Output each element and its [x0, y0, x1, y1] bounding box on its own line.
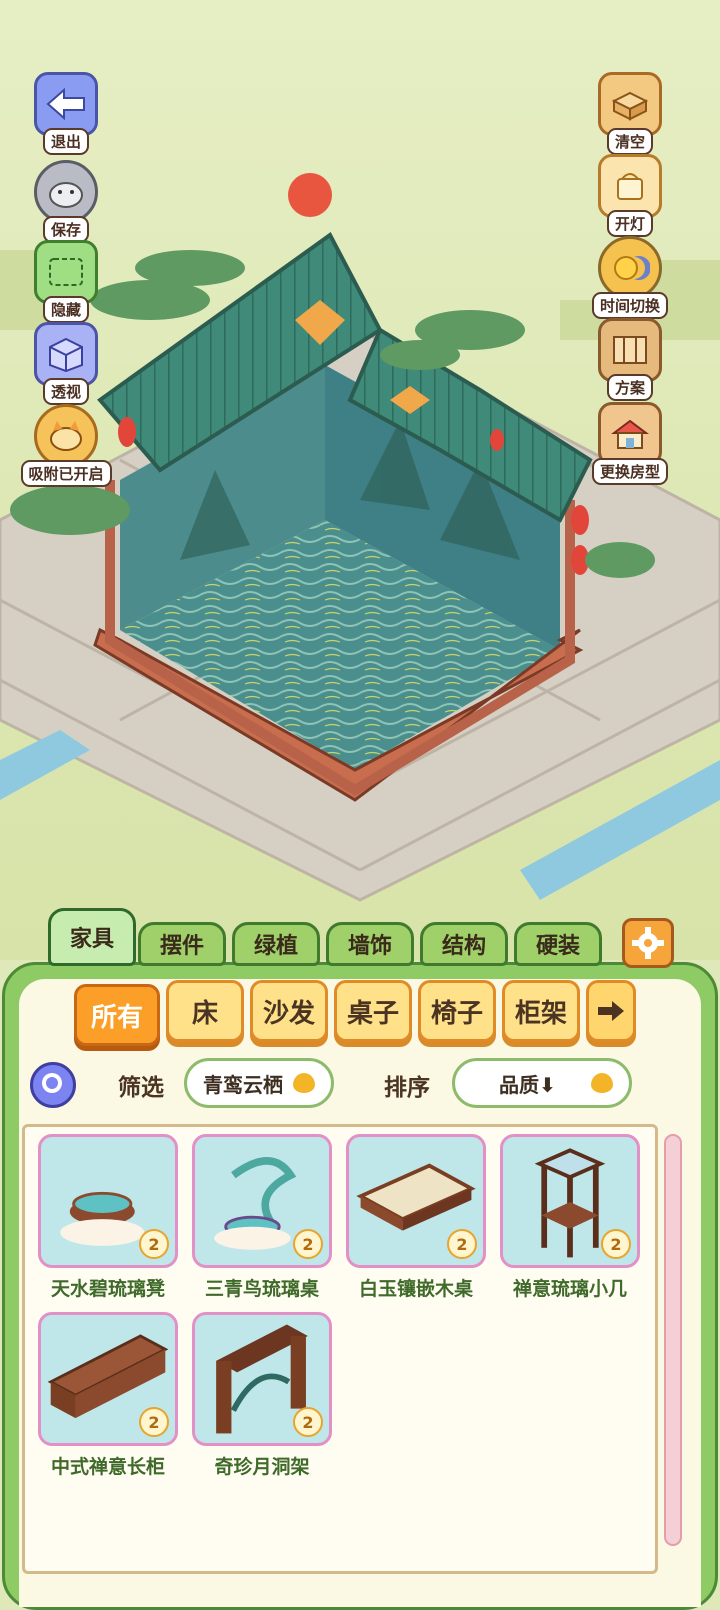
arrow-right-icon — [598, 1001, 624, 1021]
save-button[interactable]: 保存 — [30, 160, 102, 243]
subcat-bed[interactable]: 床 — [166, 980, 244, 1042]
item-name: 白玉镶嵌木桌 — [358, 1278, 473, 1300]
search-icon — [42, 1073, 62, 1093]
light-button[interactable]: 开灯 — [594, 154, 666, 237]
save-label: 保存 — [42, 216, 89, 243]
sort-label: 排序 — [384, 1075, 430, 1101]
perspective-label: 透视 — [42, 378, 89, 405]
item-card[interactable]: 2 中式禅意长柜 — [38, 1312, 178, 1479]
plan-button[interactable]: 方案 — [594, 318, 666, 401]
subcat-all[interactable]: 所有 — [74, 984, 160, 1046]
light-label: 开灯 — [606, 210, 653, 237]
gear-icon — [632, 927, 664, 959]
snap-fox-icon — [34, 404, 98, 468]
settings-button[interactable] — [622, 918, 674, 968]
time-switch-icon — [598, 236, 662, 300]
clear-box-icon — [598, 72, 662, 136]
quantity-badge: 2 — [139, 1229, 169, 1259]
item-card[interactable]: 2 白玉镶嵌木桌 — [346, 1134, 486, 1301]
item-name: 天水碧琉璃凳 — [50, 1278, 165, 1300]
exit-button[interactable]: 退出 — [30, 72, 102, 155]
hide-icon — [34, 240, 98, 304]
subcat-table[interactable]: 桌子 — [334, 980, 412, 1042]
heart-icon — [293, 1073, 315, 1093]
item-name: 中式禅意长柜 — [50, 1456, 165, 1478]
plan-label: 方案 — [606, 374, 653, 401]
clear-label: 清空 — [606, 128, 653, 155]
item-card[interactable]: 2 奇珍月洞架 — [192, 1312, 332, 1479]
filter-label: 筛选 — [118, 1075, 164, 1101]
tab-structure[interactable]: 结构 — [420, 922, 508, 966]
hide-label: 隐藏 — [42, 296, 89, 323]
light-icon — [598, 154, 662, 218]
change-house-button[interactable]: 更换房型 — [592, 402, 669, 485]
sort-value: 品质⬇ — [499, 1072, 556, 1097]
item-name: 禅意琉璃小几 — [512, 1278, 627, 1300]
sun — [288, 173, 332, 217]
subcat-next-button[interactable] — [586, 980, 636, 1042]
change-house-label: 更换房型 — [592, 458, 669, 485]
perspective-cube-icon — [34, 322, 98, 386]
house-icon — [598, 402, 662, 466]
tab-hardware[interactable]: 硬装 — [514, 922, 602, 966]
hamster-save-icon — [34, 160, 98, 224]
time-switch-button[interactable]: 时间切换 — [592, 236, 669, 319]
time-switch-label: 时间切换 — [592, 292, 669, 319]
item-name: 奇珍月洞架 — [214, 1456, 310, 1478]
item-card[interactable]: 2 天水碧琉璃凳 — [38, 1134, 178, 1301]
search-button[interactable] — [30, 1062, 76, 1108]
quantity-badge: 2 — [601, 1229, 631, 1259]
item-card[interactable]: 2 禅意琉璃小几 — [500, 1134, 640, 1301]
snap-label: 吸附已开启 — [20, 460, 112, 487]
tab-furniture[interactable]: 家具 — [48, 908, 136, 966]
perspective-button[interactable]: 透视 — [30, 322, 102, 405]
subcat-sofa[interactable]: 沙发 — [250, 980, 328, 1042]
exit-label: 退出 — [42, 128, 89, 155]
quantity-badge: 2 — [293, 1407, 323, 1437]
heart-icon — [591, 1073, 613, 1093]
tab-wall-decor[interactable]: 墙饰 — [326, 922, 414, 966]
quantity-badge: 2 — [447, 1229, 477, 1259]
exit-arrow-icon — [34, 72, 98, 136]
item-card[interactable]: 2 三青鸟琉璃桌 — [192, 1134, 332, 1301]
subcat-chair[interactable]: 椅子 — [418, 980, 496, 1042]
filter-value: 青鸾云栖 — [203, 1072, 283, 1097]
sort-select[interactable]: 品质⬇ — [452, 1058, 632, 1108]
filter-select[interactable]: 青鸾云栖 — [184, 1058, 334, 1108]
filter-row: 筛选 青鸾云栖 排序 品质⬇ — [24, 1058, 696, 1110]
tab-ornaments[interactable]: 摆件 — [138, 922, 226, 966]
snap-toggle-button[interactable]: 吸附已开启 — [20, 404, 112, 487]
subcat-cabinet[interactable]: 柜架 — [502, 980, 580, 1042]
plan-icon — [598, 318, 662, 382]
quantity-badge: 2 — [293, 1229, 323, 1259]
tab-plants[interactable]: 绿植 — [232, 922, 320, 966]
clear-button[interactable]: 清空 — [594, 72, 666, 155]
quantity-badge: 2 — [139, 1407, 169, 1437]
item-name: 三青鸟琉璃桌 — [204, 1278, 319, 1300]
scrollbar[interactable] — [664, 1134, 682, 1546]
hide-button[interactable]: 隐藏 — [30, 240, 102, 323]
